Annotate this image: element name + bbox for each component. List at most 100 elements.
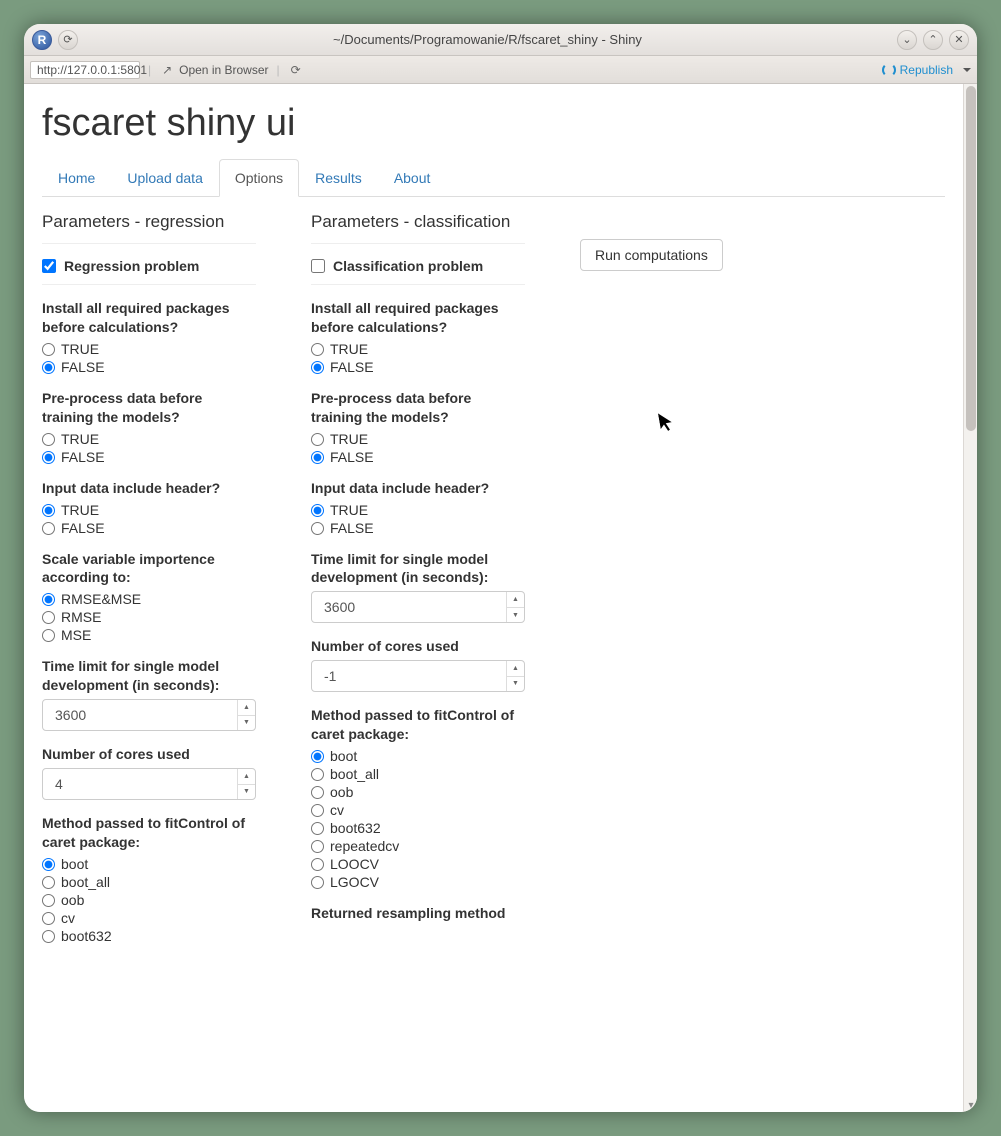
- regression-problem-checkbox-input[interactable]: [42, 259, 56, 273]
- reg-preprocess-true[interactable]: TRUE: [42, 431, 256, 447]
- cls-method-lgocv[interactable]: LGOCV: [311, 874, 525, 890]
- url-display[interactable]: http://127.0.0.1:5801: [30, 61, 140, 79]
- cls-preprocess-label: Pre-process data before training the mod…: [311, 389, 525, 427]
- reg-scale-rmse[interactable]: RMSE: [42, 609, 256, 625]
- page-title: fscaret shiny ui: [42, 102, 945, 145]
- spinner-up-icon[interactable]: ▲: [238, 700, 255, 716]
- cls-install-label: Install all required packages before cal…: [311, 299, 525, 337]
- browser-icon: ↗: [159, 62, 175, 78]
- close-button[interactable]: ✕: [949, 30, 969, 50]
- cls-time-label: Time limit for single model development …: [311, 550, 525, 588]
- tab-home[interactable]: Home: [42, 159, 111, 197]
- regression-problem-label: Regression problem: [64, 258, 199, 274]
- reg-header-false[interactable]: FALSE: [42, 520, 256, 536]
- number-spinner[interactable]: ▲▼: [506, 592, 524, 622]
- cls-preprocess-true[interactable]: TRUE: [311, 431, 525, 447]
- reg-method-bootall[interactable]: boot_all: [42, 874, 256, 890]
- reg-time-input[interactable]: [42, 699, 256, 731]
- classification-problem-label: Classification problem: [333, 258, 483, 274]
- spinner-down-icon[interactable]: ▼: [507, 677, 524, 692]
- spinner-up-icon[interactable]: ▲: [507, 661, 524, 677]
- spinner-up-icon[interactable]: ▲: [507, 592, 524, 608]
- reg-method-oob[interactable]: oob: [42, 892, 256, 908]
- reg-install-false[interactable]: FALSE: [42, 359, 256, 375]
- number-spinner[interactable]: ▲▼: [237, 769, 255, 799]
- republish-button[interactable]: Republish: [882, 63, 971, 77]
- cls-time-input[interactable]: [311, 591, 525, 623]
- reg-time-label: Time limit for single model development …: [42, 657, 256, 695]
- reg-install-label: Install all required packages before cal…: [42, 299, 256, 337]
- reg-cores-input[interactable]: [42, 768, 256, 800]
- titlebar-refresh-icon[interactable]: ⟳: [58, 30, 78, 50]
- reg-method-label: Method passed to fitControl of caret pac…: [42, 814, 256, 852]
- reg-preprocess-false[interactable]: FALSE: [42, 449, 256, 465]
- reg-method-boot632[interactable]: boot632: [42, 928, 256, 944]
- sync-icon: [882, 63, 896, 77]
- reg-method-cv[interactable]: cv: [42, 910, 256, 926]
- tab-upload-data[interactable]: Upload data: [111, 159, 219, 197]
- cls-cores-label: Number of cores used: [311, 637, 525, 656]
- tab-options[interactable]: Options: [219, 159, 299, 197]
- cls-method-oob[interactable]: oob: [311, 784, 525, 800]
- spinner-down-icon[interactable]: ▼: [507, 608, 524, 623]
- reg-scale-rmsemse[interactable]: RMSE&MSE: [42, 591, 256, 607]
- run-column: Run computations: [580, 209, 723, 958]
- cls-method-boot632[interactable]: boot632: [311, 820, 525, 836]
- cls-header-true[interactable]: TRUE: [311, 502, 525, 518]
- window-title: ~/Documents/Programowanie/R/fscaret_shin…: [78, 32, 897, 47]
- cls-method-bootall[interactable]: boot_all: [311, 766, 525, 782]
- app-window: R ⟳ ~/Documents/Programowanie/R/fscaret_…: [24, 24, 977, 1112]
- spinner-down-icon[interactable]: ▼: [238, 785, 255, 800]
- tab-about[interactable]: About: [378, 159, 447, 197]
- cls-method-boot[interactable]: boot: [311, 748, 525, 764]
- reg-header-true[interactable]: TRUE: [42, 502, 256, 518]
- cls-preprocess-false[interactable]: FALSE: [311, 449, 525, 465]
- nav-tabs: Home Upload data Options Results About: [42, 159, 945, 197]
- cls-method-repeatedcv[interactable]: repeatedcv: [311, 838, 525, 854]
- reg-cores-label: Number of cores used: [42, 745, 256, 764]
- cls-install-false[interactable]: FALSE: [311, 359, 525, 375]
- divider: [311, 243, 525, 244]
- spinner-up-icon[interactable]: ▲: [238, 769, 255, 785]
- divider: [42, 284, 256, 285]
- regression-header: Parameters - regression: [42, 211, 286, 233]
- cls-header-false[interactable]: FALSE: [311, 520, 525, 536]
- republish-label: Republish: [900, 63, 953, 77]
- regression-column: Parameters - regression Regression probl…: [42, 209, 286, 958]
- classification-problem-checkbox-input[interactable]: [311, 259, 325, 273]
- cls-returned-label: Returned resampling method: [311, 904, 525, 923]
- divider: [42, 243, 256, 244]
- reg-header-label: Input data include header?: [42, 479, 256, 498]
- number-spinner[interactable]: ▲▼: [506, 661, 524, 691]
- app-viewport: ▾ fscaret shiny ui Home Upload data Opti…: [24, 84, 977, 1112]
- classification-header: Parameters - classification: [311, 211, 555, 233]
- reg-method-boot[interactable]: boot: [42, 856, 256, 872]
- cls-method-cv[interactable]: cv: [311, 802, 525, 818]
- run-computations-button[interactable]: Run computations: [580, 239, 723, 271]
- open-in-browser-button[interactable]: Open in Browser: [179, 63, 268, 77]
- reg-scale-mse[interactable]: MSE: [42, 627, 256, 643]
- regression-problem-checkbox[interactable]: Regression problem: [42, 258, 286, 274]
- classification-problem-checkbox[interactable]: Classification problem: [311, 258, 555, 274]
- number-spinner[interactable]: ▲▼: [237, 700, 255, 730]
- r-logo-icon: R: [32, 30, 52, 50]
- cls-method-loocv[interactable]: LOOCV: [311, 856, 525, 872]
- scrollbar[interactable]: ▾: [963, 84, 977, 1112]
- scrollbar-thumb[interactable]: [966, 86, 976, 431]
- reg-scale-label: Scale variable importence according to:: [42, 550, 256, 588]
- titlebar: R ⟳ ~/Documents/Programowanie/R/fscaret_…: [24, 24, 977, 56]
- scroll-down-icon[interactable]: ▾: [964, 1098, 977, 1112]
- spinner-down-icon[interactable]: ▼: [238, 716, 255, 731]
- divider: [311, 284, 525, 285]
- reload-icon[interactable]: ⟳: [288, 62, 304, 78]
- toolbar: http://127.0.0.1:5801 | ↗ Open in Browse…: [24, 56, 977, 84]
- cls-header-label: Input data include header?: [311, 479, 525, 498]
- tab-results[interactable]: Results: [299, 159, 378, 197]
- reg-install-true[interactable]: TRUE: [42, 341, 256, 357]
- reg-preprocess-label: Pre-process data before training the mod…: [42, 389, 256, 427]
- cls-cores-input[interactable]: [311, 660, 525, 692]
- classification-column: Parameters - classification Classificati…: [311, 209, 555, 958]
- cls-install-true[interactable]: TRUE: [311, 341, 525, 357]
- minimize-button[interactable]: ⌄: [897, 30, 917, 50]
- maximize-button[interactable]: ⌃: [923, 30, 943, 50]
